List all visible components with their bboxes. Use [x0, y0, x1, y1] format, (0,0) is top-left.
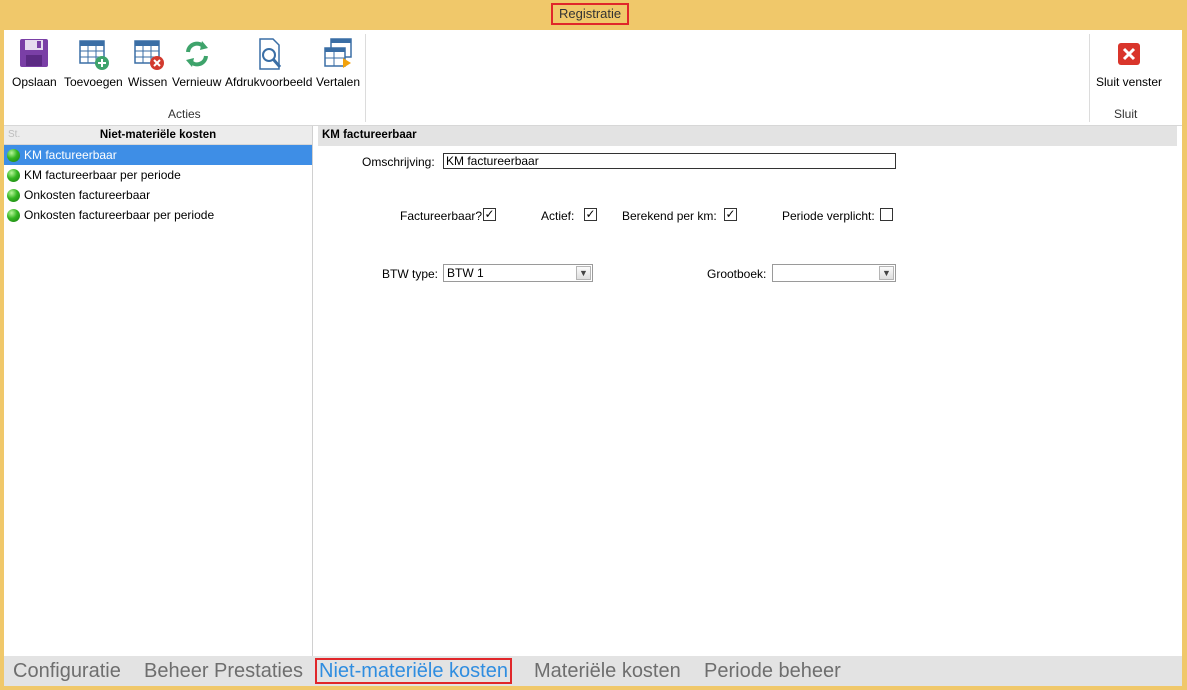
list-item-label: Onkosten factureerbaar [24, 188, 151, 202]
description-field[interactable]: KM factureerbaar [443, 153, 896, 169]
tab-niet-materiele-kosten[interactable]: Niet-materiële kosten [315, 658, 512, 684]
list-item[interactable]: Onkosten factureerbaar [4, 185, 312, 205]
chevron-down-icon[interactable]: ▼ [576, 266, 591, 280]
period-required-label: Periode verplicht: [782, 209, 875, 223]
active-checkbox[interactable]: ✓ [584, 208, 597, 221]
bottom-tab-bar: Configuratie Beheer Prestaties Niet-mate… [4, 656, 1182, 686]
save-label: Opslaan [12, 75, 57, 89]
refresh-button[interactable]: Vernieuw [172, 36, 221, 89]
translate-table-icon [321, 36, 355, 72]
group-label-acties: Acties [168, 107, 201, 121]
print-preview-icon [252, 36, 286, 72]
ribbon-toolbar: Opslaan Toevoegen Wissen Vernieuw Afdruk… [4, 30, 1182, 126]
status-dot-icon [7, 149, 20, 162]
close-window-label: Sluit venster [1096, 75, 1163, 89]
status-column-stub: St. [8, 129, 21, 140]
period-required-checkbox[interactable] [880, 208, 893, 221]
window-title: Registratie [551, 3, 630, 25]
tab-materiele-kosten[interactable]: Materiële kosten [534, 658, 681, 684]
translate-button[interactable]: Vertalen [316, 36, 360, 89]
ribbon-separator [1089, 34, 1090, 122]
save-button[interactable]: Opslaan [12, 36, 57, 89]
tab-configuratie[interactable]: Configuratie [13, 658, 121, 684]
tab-beheer-prestaties[interactable]: Beheer Prestaties [144, 658, 303, 684]
chevron-down-icon[interactable]: ▼ [879, 266, 894, 280]
table-delete-icon [131, 36, 165, 72]
print-preview-label: Afdrukvoorbeeld [225, 75, 313, 89]
close-red-icon [1112, 36, 1146, 72]
per-km-label: Berekend per km: [622, 209, 717, 223]
ledger-label: Grootboek: [707, 267, 767, 281]
tab-periode-beheer[interactable]: Periode beheer [704, 658, 841, 684]
detail-header: KM factureerbaar [318, 126, 1177, 146]
delete-label: Wissen [128, 75, 168, 89]
status-dot-icon [7, 169, 20, 182]
description-label: Omschrijving: [362, 155, 435, 169]
table-add-icon [76, 36, 110, 72]
status-dot-icon [7, 189, 20, 202]
main-window: Opslaan Toevoegen Wissen Vernieuw Afdruk… [4, 30, 1182, 686]
refresh-icon [180, 36, 214, 72]
group-label-sluit: Sluit [1114, 107, 1138, 121]
ribbon-separator [365, 34, 366, 122]
vat-type-value: BTW 1 [447, 266, 484, 280]
add-label: Toevoegen [64, 75, 123, 89]
billable-checkbox[interactable]: ✓ [483, 208, 496, 221]
cost-list-panel: St. Niet-materiële kosten KM factureerba… [4, 126, 313, 656]
print-preview-button[interactable]: Afdrukvoorbeeld [225, 36, 312, 89]
list-item[interactable]: Onkosten factureerbaar per periode [4, 205, 312, 225]
detail-panel: KM factureerbaar Omschrijving: KM factur… [313, 126, 1182, 656]
ledger-dropdown[interactable]: ▼ [772, 264, 896, 282]
title-bar: Registratie [0, 0, 1187, 30]
vat-type-label: BTW type: [382, 267, 439, 281]
billable-label: Factureerbaar? [400, 209, 483, 223]
status-dot-icon [7, 209, 20, 222]
vat-type-dropdown[interactable]: BTW 1 ▼ [443, 264, 593, 282]
list-item-label: KM factureerbaar per periode [24, 168, 181, 182]
add-button[interactable]: Toevoegen [64, 36, 123, 89]
per-km-checkbox[interactable]: ✓ [724, 208, 737, 221]
list-item-label: Onkosten factureerbaar per periode [24, 208, 215, 222]
refresh-label: Vernieuw [172, 75, 222, 89]
cost-list-title: Niet-materiële kosten [99, 129, 217, 141]
cost-list-header: St. Niet-materiële kosten [4, 126, 312, 145]
close-window-button[interactable]: Sluit venster [1096, 36, 1162, 89]
list-item-label: KM factureerbaar [24, 148, 117, 162]
list-item[interactable]: KM factureerbaar [4, 145, 312, 165]
translate-label: Vertalen [316, 75, 361, 89]
delete-button[interactable]: Wissen [128, 36, 167, 89]
active-label: Actief: [541, 209, 575, 223]
floppy-disk-icon [17, 36, 51, 72]
list-item[interactable]: KM factureerbaar per periode [4, 165, 312, 185]
